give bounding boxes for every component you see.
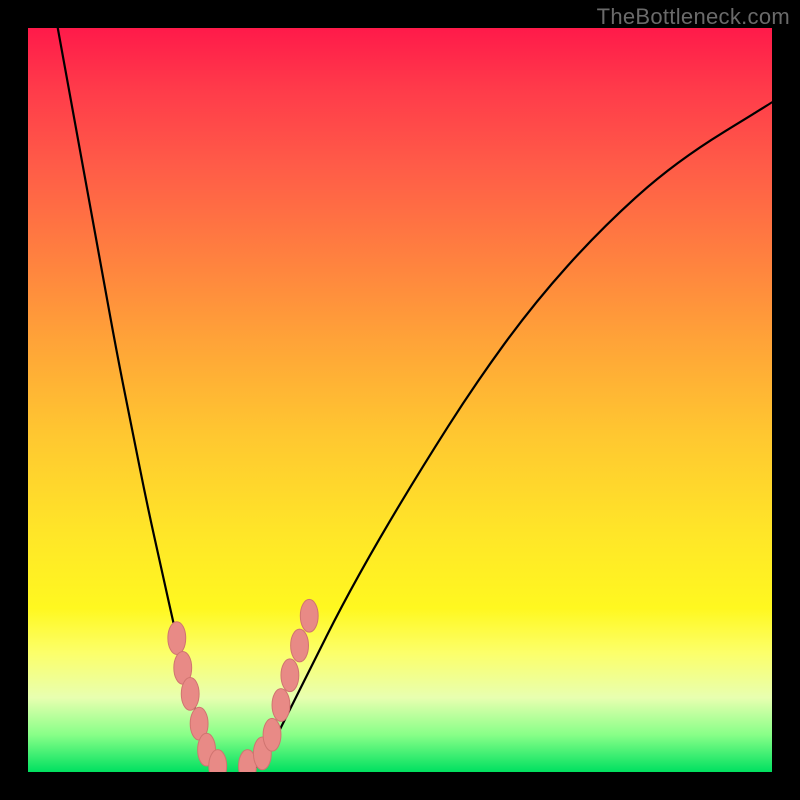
watermark-text: TheBottleneck.com <box>597 4 790 30</box>
highlight-marker <box>181 678 199 711</box>
curve-right-branch <box>251 102 772 772</box>
highlight-marker <box>272 689 290 722</box>
highlight-markers <box>168 599 318 772</box>
highlight-marker <box>291 629 309 662</box>
highlight-marker <box>281 659 299 692</box>
highlight-marker <box>263 718 281 751</box>
curve-left-branch <box>58 28 222 772</box>
chart-frame <box>28 28 772 772</box>
highlight-marker <box>168 622 186 655</box>
chart-plot <box>28 28 772 772</box>
highlight-marker <box>300 599 318 632</box>
